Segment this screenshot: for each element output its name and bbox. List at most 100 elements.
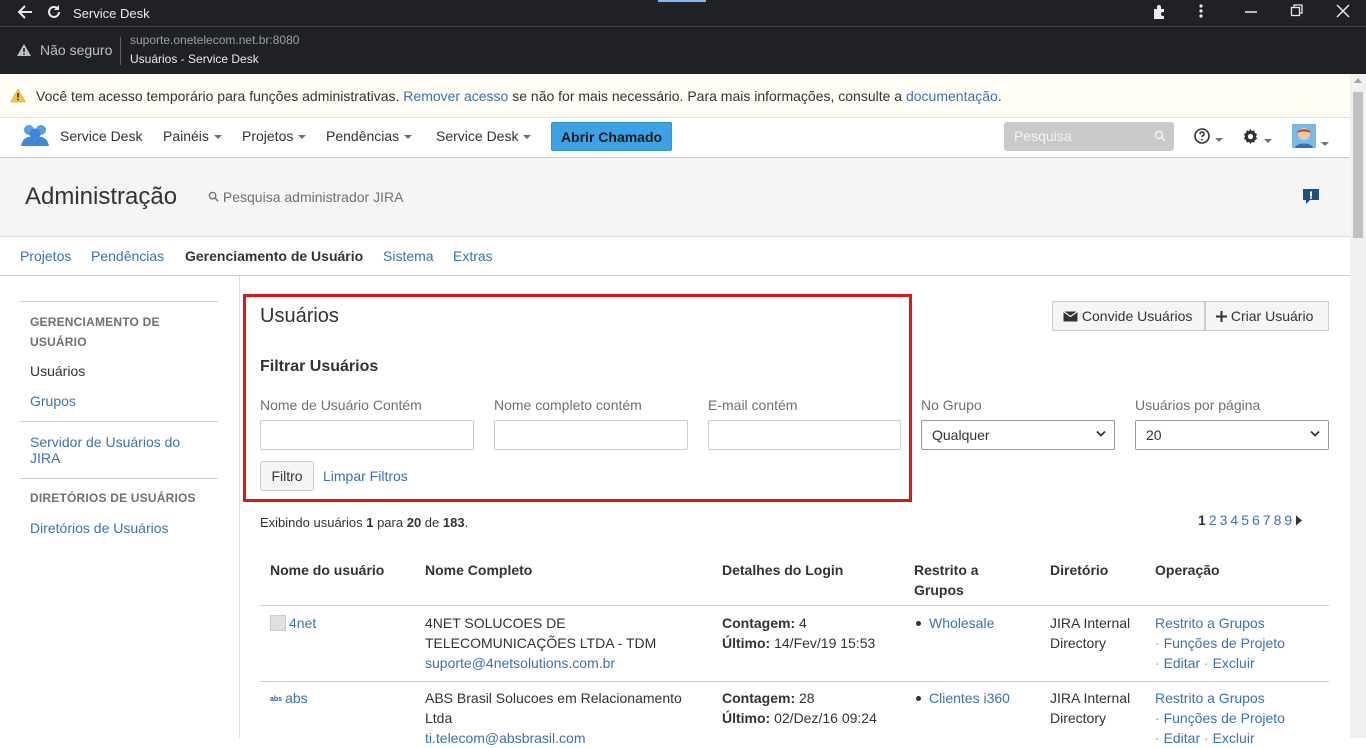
tab-user-management[interactable]: Gerenciamento de Usuário (185, 248, 363, 264)
pagination: 123456789 (1198, 512, 1303, 528)
restrict-groups-link[interactable]: Restrito a Grupos (1155, 615, 1265, 631)
last-login-label: Último: (722, 710, 771, 726)
col-header-directory: Diretório (1050, 562, 1109, 578)
documentation-link[interactable]: documentação (906, 88, 998, 104)
extensions-icon[interactable] (1152, 3, 1168, 25)
delete-user-link[interactable]: Excluir (1213, 730, 1255, 746)
address-bar[interactable]: Não seguro suporte.onetelecom.net.br:808… (0, 26, 1366, 74)
page-link[interactable]: 3 (1220, 512, 1228, 528)
banner-text-3: . (997, 88, 1002, 104)
remove-access-link[interactable]: Remover acesso (403, 88, 508, 104)
page-scrollbar[interactable] (1350, 74, 1366, 738)
results-prefix: Exibindo usuários (260, 515, 367, 530)
page-link[interactable]: 7 (1263, 512, 1271, 528)
table-header-divider (260, 605, 1329, 606)
login-count: 4 (799, 615, 807, 631)
col-header-groups: Restrito a Grupos (914, 562, 979, 598)
back-icon[interactable] (16, 3, 34, 27)
results-to-word: para (373, 515, 407, 530)
admin-title: Administração (25, 183, 178, 210)
chevron-down-icon (1264, 138, 1272, 143)
quick-search-input[interactable]: Pesquisa (1004, 122, 1174, 151)
help-icon (1194, 128, 1210, 144)
username-link[interactable]: 4net (289, 615, 316, 631)
sidebar-item-users[interactable]: Usuários (30, 363, 85, 379)
edit-user-link[interactable]: Editar (1164, 730, 1201, 746)
warning-icon (10, 88, 26, 106)
create-ticket-button[interactable]: Abrir Chamado (551, 122, 672, 151)
nav-service-desk[interactable]: Service Desk (436, 128, 532, 144)
nav-issues[interactable]: Pendências (326, 128, 413, 144)
avatar (1292, 124, 1316, 148)
col-header-username[interactable]: Nome do usuário (270, 560, 384, 580)
group-filter-label: No Grupo (921, 397, 982, 413)
delete-user-link[interactable]: Excluir (1213, 655, 1255, 671)
feedback-icon[interactable] (1302, 188, 1320, 211)
sidebar-section-title: DIRETÓRIOS DE USUÁRIOS (30, 491, 196, 505)
browser-chrome: Service Desk Não seguro suporte.onetelec… (0, 0, 1366, 74)
count-label: Contagem: (722, 690, 796, 706)
tab-system[interactable]: Sistema (383, 248, 434, 264)
chevron-down-icon (1215, 137, 1223, 142)
create-user-button[interactable]: Criar Usuário (1205, 301, 1329, 331)
menu-icon[interactable] (1196, 3, 1206, 25)
banner-text-2: se não for mais necessário. Para mais in… (508, 88, 906, 104)
username-link[interactable]: abs (285, 690, 308, 706)
reload-icon[interactable] (45, 3, 63, 27)
sidebar-item-user-server[interactable]: Servidor de Usuários do JIRA (30, 434, 210, 466)
settings-menu[interactable] (1242, 128, 1272, 150)
page-current: 1 (1198, 512, 1206, 528)
chevron-down-icon (1310, 430, 1320, 437)
email-link[interactable]: ti.telecom@absbrasil.com (425, 730, 586, 746)
scroll-up-icon[interactable] (1354, 78, 1362, 83)
app-name-link[interactable]: Service Desk (60, 128, 142, 144)
page-link[interactable]: 2 (1209, 512, 1217, 528)
project-roles-link[interactable]: Funções de Projeto (1164, 710, 1285, 726)
group-select[interactable]: Qualquer (921, 420, 1115, 450)
per-page-select[interactable]: 20 (1135, 420, 1329, 450)
security-label[interactable]: Não seguro (40, 42, 112, 58)
page-link[interactable]: 4 (1230, 512, 1238, 528)
chevron-down-icon (523, 135, 532, 140)
invite-users-button[interactable]: Convide Usuários (1052, 301, 1205, 331)
chevron-down-icon (298, 135, 307, 140)
user-menu[interactable] (1292, 124, 1329, 153)
tab-indicator (658, 0, 706, 2)
group-link[interactable]: Wholesale (929, 615, 994, 631)
sidebar-item-directories[interactable]: Diretórios de Usuários (30, 520, 169, 536)
not-secure-icon[interactable] (16, 43, 32, 62)
sidebar-section-title: GERENCIAMENTO DE USUÁRIO (30, 315, 160, 349)
restrict-groups-link[interactable]: Restrito a Grupos (1155, 690, 1265, 706)
minimize-icon[interactable] (1244, 3, 1258, 25)
close-icon[interactable] (1336, 3, 1350, 25)
help-menu[interactable] (1194, 128, 1223, 149)
invite-users-label: Convide Usuários (1081, 308, 1193, 324)
tab-projects[interactable]: Projetos (20, 248, 71, 264)
nav-projects-label: Projetos (242, 128, 294, 144)
url-text[interactable]: suporte.onetelecom.net.br:8080 (130, 33, 299, 47)
tab-extras[interactable]: Extras (453, 248, 493, 264)
sidebar-item-groups[interactable]: Grupos (30, 393, 76, 409)
email-link[interactable]: suporte@4netsolutions.com.br (425, 655, 615, 671)
group-select-value: Qualquer (932, 427, 990, 443)
restore-icon[interactable] (1290, 3, 1304, 25)
window-title: Service Desk (73, 6, 150, 21)
project-roles-link[interactable]: Funções de Projeto (1164, 635, 1285, 651)
admin-search-input[interactable]: Pesquisa administrador JIRA (208, 189, 403, 205)
nav-projects[interactable]: Projetos (242, 128, 307, 144)
chevron-down-icon (1321, 141, 1329, 146)
scrollbar-thumb[interactable] (1353, 92, 1363, 238)
page-link[interactable]: 8 (1274, 512, 1282, 528)
page-link[interactable]: 5 (1241, 512, 1249, 528)
tab-issues[interactable]: Pendências (91, 248, 164, 264)
page-link[interactable]: 6 (1252, 512, 1260, 528)
service-desk-logo-icon[interactable] (20, 122, 50, 155)
page-link[interactable]: 9 (1284, 512, 1292, 528)
next-page-icon[interactable] (1295, 515, 1303, 526)
group-link[interactable]: Clientes i360 (929, 690, 1010, 706)
user-avatar (270, 615, 286, 631)
directory-name: JIRA Internal Directory (1050, 615, 1131, 651)
col-header-fullname[interactable]: Nome Completo (425, 560, 532, 580)
nav-dashboards[interactable]: Painéis (163, 128, 222, 144)
edit-user-link[interactable]: Editar (1164, 655, 1201, 671)
